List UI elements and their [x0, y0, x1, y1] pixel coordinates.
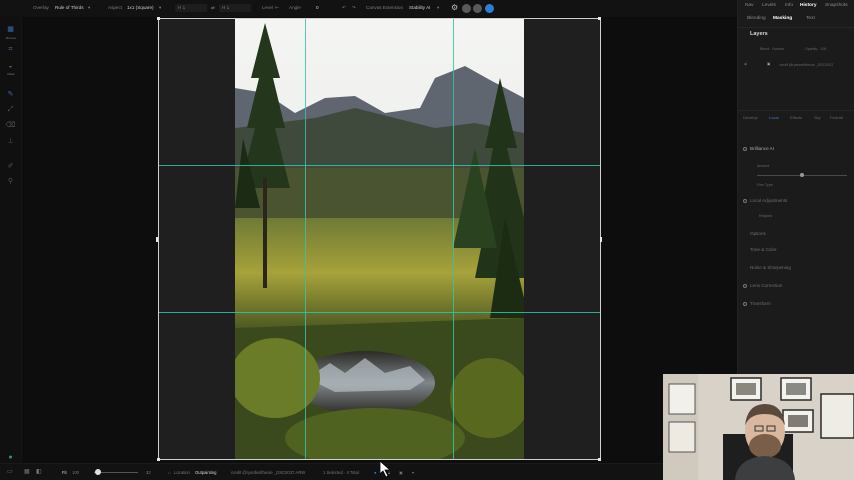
- local-adjustments-title[interactable]: Local Adjustments: [750, 198, 787, 203]
- angle-value[interactable]: 0: [316, 5, 319, 10]
- tab-develop[interactable]: Develop: [743, 115, 758, 120]
- chevron-down-icon[interactable]: ▾: [412, 470, 414, 475]
- blend-mode-select[interactable]: Blend · Normal: [760, 47, 784, 51]
- brilliance-title[interactable]: Brilliance AI: [750, 146, 774, 151]
- crop-handle-right[interactable]: [600, 237, 602, 242]
- tab-local[interactable]: Local: [769, 115, 779, 120]
- credit-text: credit @ryanbeiltheule _DSC0037.ARW: [231, 470, 306, 475]
- rotate-left-icon[interactable]: ↶: [342, 5, 346, 11]
- tab-info[interactable]: Info: [785, 3, 793, 8]
- layer-visibility-icon[interactable]: ◉: [744, 62, 747, 66]
- eyedropper-icon[interactable]: ✐: [4, 162, 17, 171]
- aspect-select[interactable]: 1x1 (Square): [127, 5, 154, 10]
- select-icon[interactable]: ⤢: [4, 105, 17, 114]
- export-icon[interactable]: ▣: [399, 470, 403, 475]
- bottom-bar: ▭ ▦ ◧ Fit 100 32 ⌂ Location Outpainting …: [0, 463, 737, 480]
- stamp-icon[interactable]: ⊥: [4, 137, 17, 146]
- tab-sky[interactable]: Sky: [814, 115, 821, 120]
- tab-effects[interactable]: Effects: [790, 115, 802, 120]
- canvas-extension-select[interactable]: Stability AI: [409, 5, 430, 10]
- crop-handle-bottom-left[interactable]: [157, 458, 160, 461]
- crop-frame[interactable]: [158, 18, 601, 460]
- overlay-select[interactable]: Rule of Thirds: [55, 5, 84, 10]
- tab-levels[interactable]: Levels: [762, 3, 776, 8]
- panel-toggle-icon[interactable]: ▭: [7, 468, 13, 475]
- mouse-cursor-icon: [380, 461, 392, 477]
- cancel-button[interactable]: [473, 4, 482, 13]
- chevron-down-icon[interactable]: ▾: [437, 5, 439, 11]
- gear-icon[interactable]: ⚙: [451, 3, 458, 12]
- height-value: H 1: [222, 5, 230, 10]
- divider: [738, 27, 853, 28]
- amount-slider-knob[interactable]: [800, 173, 804, 177]
- browse-label: Browse: [5, 36, 16, 40]
- tool-strip: ▦ Browse ⌗ ◒ Mask ✎ ⤢ ⌫ ⊥ ✐ ⚲ ●: [0, 17, 22, 480]
- noise-sharpening-section[interactable]: Noise & Sharpening: [750, 265, 791, 270]
- crop-handle-top-left[interactable]: [157, 17, 160, 20]
- divider: [738, 110, 853, 111]
- rotate-right-icon[interactable]: ↷: [352, 5, 356, 11]
- crop-handle-top-right[interactable]: [598, 17, 601, 20]
- zoom-slider-end: 32: [146, 470, 151, 475]
- fine-type-label: Fine Type: [757, 183, 773, 187]
- chevron-down-icon[interactable]: ▾: [159, 5, 161, 11]
- transform-section[interactable]: Transform: [750, 301, 771, 306]
- tab-masking[interactable]: Masking: [773, 16, 792, 21]
- status-icon: ●: [8, 454, 13, 461]
- mask-icon[interactable]: ◒: [4, 62, 17, 71]
- tab-history[interactable]: History: [800, 3, 817, 8]
- top-toolbar: Overlay Rule of Thirds ▾ Aspect 1x1 (Squ…: [0, 0, 737, 17]
- local-adjustments-toggle[interactable]: [743, 199, 747, 203]
- layers-title: Layers: [750, 31, 768, 37]
- grid-view-icon[interactable]: ▦: [24, 468, 30, 475]
- tab-portrait[interactable]: Portrait: [830, 115, 843, 120]
- overlay-label: Overlay: [33, 5, 49, 10]
- search-icon[interactable]: ⚲: [4, 177, 17, 186]
- amount-label: Amount: [757, 164, 770, 168]
- info-icon[interactable]: ●: [374, 470, 377, 475]
- canvas-extension-label: Canvas Extension: [366, 5, 404, 10]
- regions-select[interactable]: Regions: [759, 214, 772, 218]
- tab-text[interactable]: Text: [806, 16, 815, 21]
- mask-label: Mask: [7, 72, 15, 76]
- webcam-overlay: [663, 374, 854, 480]
- apply-button[interactable]: [485, 4, 494, 13]
- lens-correction-toggle[interactable]: [743, 284, 747, 288]
- level-label: Level: [262, 5, 273, 10]
- chevron-down-icon[interactable]: ▾: [88, 5, 90, 11]
- swap-dimensions-icon[interactable]: ⇄: [211, 5, 215, 11]
- opacity-field[interactable]: Opacity · 100: [805, 47, 826, 51]
- lens-correction-section[interactable]: Lens Correction: [750, 283, 782, 288]
- location-value[interactable]: Outpainting: [195, 470, 216, 475]
- aspect-label: Aspect: [108, 5, 123, 10]
- selection-count: 1 Selected · 4 Total: [323, 470, 359, 475]
- tab-snapshots[interactable]: Snapshots: [825, 3, 848, 8]
- reset-button[interactable]: [462, 4, 471, 13]
- compare-icon[interactable]: ◧: [36, 468, 42, 475]
- crop-handle-bottom-right[interactable]: [598, 458, 601, 461]
- transform-toggle[interactable]: [743, 302, 747, 306]
- zoom-slider-knob[interactable]: [95, 469, 101, 475]
- tab-nav[interactable]: Nav: [745, 3, 754, 8]
- location-icon: ⌂: [168, 470, 171, 475]
- crop-icon[interactable]: ⌗: [4, 45, 17, 54]
- fit-button[interactable]: Fit: [62, 470, 67, 475]
- crop-handle-left[interactable]: [156, 237, 158, 242]
- options-title[interactable]: Options: [750, 231, 766, 236]
- brush-icon[interactable]: ✎: [4, 90, 17, 99]
- angle-label: Angle: [289, 5, 301, 10]
- width-value: H 1: [178, 5, 186, 10]
- location-label: Location: [174, 470, 190, 475]
- tone-color-section[interactable]: Tone & Color: [750, 247, 777, 252]
- brilliance-toggle[interactable]: [743, 147, 747, 151]
- tab-blending[interactable]: Blending: [747, 16, 766, 21]
- grid-icon[interactable]: ▦: [4, 25, 17, 34]
- level-icon[interactable]: ⊢: [275, 5, 279, 11]
- eraser-icon[interactable]: ⌫: [4, 121, 17, 130]
- zoom-value[interactable]: 100: [72, 470, 79, 475]
- layer-name[interactable]: credit @ryanbeiltheule _DSC0037: [779, 63, 833, 67]
- layer-thumbnail-icon: ▣: [767, 62, 771, 66]
